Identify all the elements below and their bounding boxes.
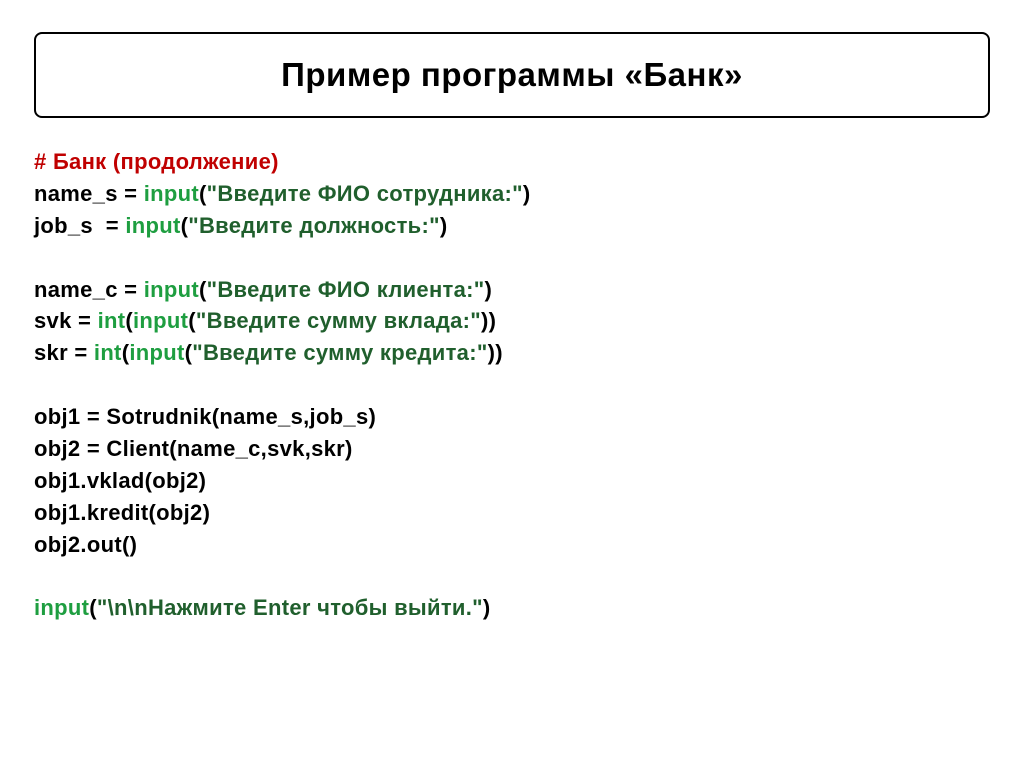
code-text: obj2 = Client(name_c,svk,skr): [34, 436, 353, 461]
code-block: # Банк (продолжение) name_s = input("Вве…: [34, 146, 990, 624]
code-paren: (: [89, 595, 97, 620]
code-text: obj1.kredit(obj2): [34, 500, 210, 525]
code-paren: ): [485, 277, 493, 302]
slide: Пример программы «Банк» # Банк (продолже…: [0, 0, 1024, 656]
code-string: "Введите сумму вклада:": [196, 308, 481, 333]
code-text: svk =: [34, 308, 98, 333]
code-fn: input: [144, 181, 199, 206]
code-paren: (: [199, 181, 207, 206]
code-string: "Введите сумму кредита:": [192, 340, 487, 365]
code-fn: input: [129, 340, 184, 365]
code-text: obj2.out(): [34, 532, 137, 557]
code-string: "Введите ФИО клиента:": [207, 277, 485, 302]
code-fn: input: [34, 595, 89, 620]
code-paren: (: [188, 308, 196, 333]
code-comment: # Банк (продолжение): [34, 149, 279, 174]
code-text: obj1.vklad(obj2): [34, 468, 206, 493]
code-text: name_c =: [34, 277, 144, 302]
code-fn: input: [133, 308, 188, 333]
code-text: name_s =: [34, 181, 144, 206]
slide-title: Пример программы «Банк»: [56, 56, 968, 94]
code-paren: (: [199, 277, 207, 302]
code-fn: int: [94, 340, 122, 365]
code-string: "\n\nНажмите Enter чтобы выйти.": [97, 595, 483, 620]
code-fn: int: [98, 308, 126, 333]
code-paren: )): [481, 308, 496, 333]
code-string: "Введите должность:": [188, 213, 440, 238]
code-text: skr =: [34, 340, 94, 365]
code-text: job_s =: [34, 213, 125, 238]
code-paren: )): [488, 340, 503, 365]
code-paren: ): [440, 213, 448, 238]
title-box: Пример программы «Банк»: [34, 32, 990, 118]
code-text: obj1 = Sotrudnik(name_s,job_s): [34, 404, 376, 429]
code-fn: input: [144, 277, 199, 302]
code-paren: (: [125, 308, 133, 333]
code-paren: ): [523, 181, 531, 206]
code-string: "Введите ФИО сотрудника:": [207, 181, 523, 206]
code-fn: input: [125, 213, 180, 238]
code-paren: ): [483, 595, 491, 620]
